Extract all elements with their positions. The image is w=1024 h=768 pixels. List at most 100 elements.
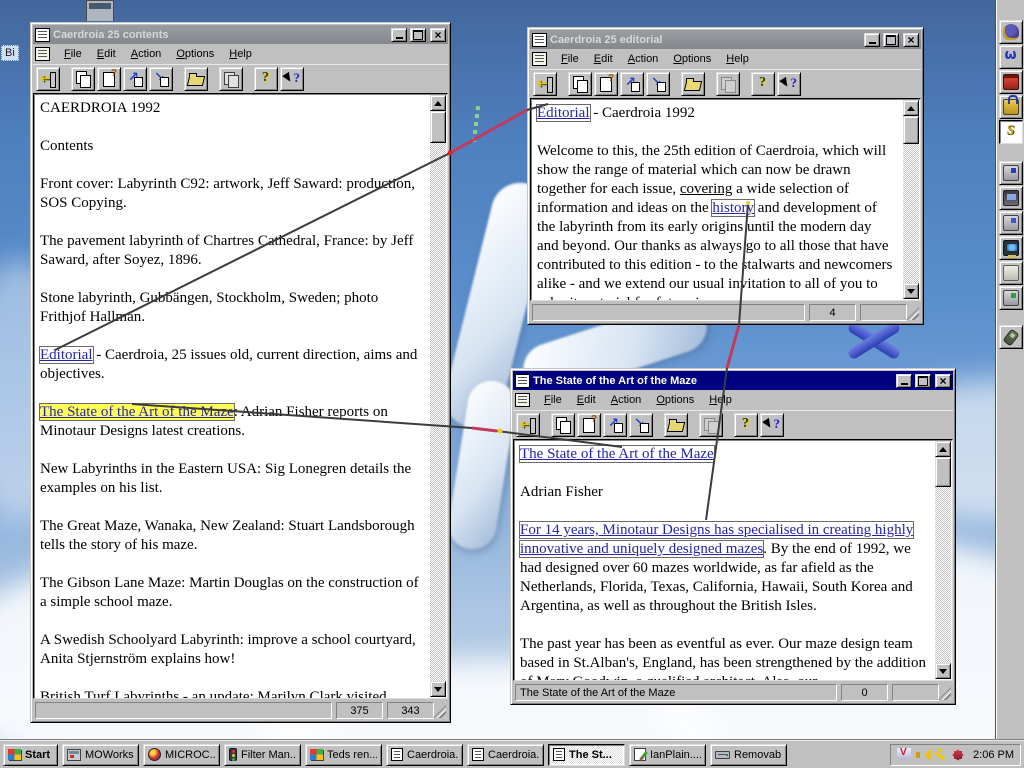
close-button[interactable] — [935, 373, 951, 388]
menu-action[interactable]: Action — [604, 391, 649, 409]
minimized-window-peek[interactable] — [86, 0, 114, 21]
resize-grip[interactable] — [938, 687, 951, 700]
antivirus-shield-icon[interactable] — [897, 747, 912, 762]
exit-button[interactable] — [533, 72, 557, 96]
copy-link-button[interactable] — [71, 67, 95, 91]
menu-edit[interactable]: Edit — [587, 50, 620, 68]
maximize-button[interactable] — [915, 373, 931, 388]
follow-link-button[interactable] — [603, 413, 627, 437]
make-link-button[interactable] — [646, 72, 670, 96]
padlock-button[interactable] — [998, 95, 1023, 119]
menu-edit[interactable]: Edit — [90, 45, 123, 63]
maximize-button[interactable] — [410, 27, 426, 42]
scheduler-person-icon[interactable] — [933, 747, 947, 762]
menu-options[interactable]: Options — [169, 45, 221, 63]
laptop-button[interactable] — [998, 186, 1023, 210]
vertical-scrollbar[interactable] — [935, 441, 951, 679]
scroll-up-icon[interactable] — [430, 95, 446, 111]
taskbar-button-filter-man[interactable]: Filter Man... — [224, 743, 301, 766]
taskbar-button-the-st[interactable]: The St... — [548, 743, 625, 766]
help-button[interactable] — [734, 413, 758, 437]
scroll-down-icon[interactable] — [430, 681, 446, 697]
scrollbar-thumb[interactable] — [903, 116, 919, 144]
help-button[interactable] — [751, 72, 775, 96]
scrollbar-thumb[interactable] — [935, 457, 951, 487]
cable-button[interactable] — [998, 120, 1023, 144]
menu-file[interactable]: File — [537, 391, 569, 409]
link-history[interactable]: history — [711, 199, 756, 217]
scroll-up-icon[interactable] — [903, 100, 919, 116]
copy-pages-button[interactable] — [699, 413, 723, 437]
paste-link-button[interactable] — [97, 67, 121, 91]
close-button[interactable] — [430, 27, 446, 42]
bug-button[interactable] — [998, 20, 1023, 44]
floppy-blue-button[interactable] — [998, 161, 1023, 185]
minimize-button[interactable] — [864, 32, 880, 47]
taskbar-button-caerdroia[interactable]: Caerdroia... — [467, 743, 544, 766]
menu-help[interactable]: Help — [222, 45, 259, 63]
copy-pages-button[interactable] — [219, 67, 243, 91]
paste-link-button[interactable] — [577, 413, 601, 437]
open-folder-button[interactable] — [681, 72, 705, 96]
copy-link-button[interactable] — [568, 72, 592, 96]
link-the-state-of-the-art-of-the-maze[interactable]: The State of the Art of the Maze — [39, 403, 235, 421]
link-the-state-of-the-art-of-the-maze[interactable]: The State of the Art of the Maze — [519, 445, 715, 463]
taskbar-button-ianplain[interactable]: IanPlain.... — [629, 743, 706, 766]
maximize-button[interactable] — [883, 32, 899, 47]
paste-link-button[interactable] — [594, 72, 618, 96]
exit-button[interactable] — [36, 67, 60, 91]
disk-light-button[interactable] — [998, 261, 1023, 285]
context-help-button[interactable] — [777, 72, 801, 96]
link-editorial[interactable]: Editorial — [39, 346, 94, 364]
menu-help[interactable]: Help — [702, 391, 739, 409]
clamp-button[interactable] — [998, 45, 1023, 69]
scrollbar-thumb[interactable] — [430, 111, 446, 143]
context-help-button[interactable] — [760, 413, 784, 437]
volume-icon[interactable] — [915, 748, 932, 762]
toolbox-button[interactable] — [998, 70, 1023, 94]
close-button[interactable] — [903, 32, 919, 47]
taskbar-button-teds-ren[interactable]: Teds ren... — [305, 743, 382, 766]
exit-button[interactable] — [516, 413, 540, 437]
menu-options[interactable]: Options — [666, 50, 718, 68]
start-button[interactable]: Start — [3, 743, 58, 766]
menu-edit[interactable]: Edit — [570, 391, 603, 409]
menu-file[interactable]: File — [57, 45, 89, 63]
taskbar-button-removab[interactable]: Removab... — [710, 743, 787, 766]
titlebar[interactable]: Caerdroia 25 contents — [33, 25, 448, 44]
titlebar[interactable]: Caerdroia 25 editorial — [530, 30, 921, 49]
scroll-down-icon[interactable] — [935, 663, 951, 679]
context-help-button[interactable] — [280, 67, 304, 91]
disk-stack-button[interactable] — [998, 211, 1023, 235]
minimize-button[interactable] — [896, 373, 912, 388]
titlebar[interactable]: The State of the Art of the Maze — [513, 371, 953, 390]
scroll-down-icon[interactable] — [903, 283, 919, 299]
menu-action[interactable]: Action — [124, 45, 169, 63]
open-folder-button[interactable] — [184, 67, 208, 91]
resize-grip[interactable] — [906, 307, 919, 320]
follow-link-button[interactable] — [620, 72, 644, 96]
taskbar-button-moworks[interactable]: MOWorks — [62, 743, 139, 766]
make-link-button[interactable] — [149, 67, 173, 91]
copy-pages-button[interactable] — [716, 72, 740, 96]
open-folder-button[interactable] — [664, 413, 688, 437]
menu-action[interactable]: Action — [621, 50, 666, 68]
follow-link-button[interactable] — [123, 67, 147, 91]
desktop-icon-label-bi[interactable]: Bi — [1, 45, 19, 61]
taskbar-button-caerdroia[interactable]: Caerdroia... — [386, 743, 463, 766]
scroll-up-icon[interactable] — [935, 441, 951, 457]
make-link-button[interactable] — [629, 413, 653, 437]
help-button[interactable] — [254, 67, 278, 91]
monitor-button[interactable] — [998, 236, 1023, 260]
resize-grip[interactable] — [433, 705, 446, 718]
taskbar-button-microc[interactable]: MICROC... — [143, 743, 220, 766]
disk-on-button[interactable] — [998, 286, 1023, 310]
copy-link-button[interactable] — [551, 413, 575, 437]
handheld-button[interactable] — [998, 325, 1023, 349]
virus-scan-icon[interactable] — [951, 748, 965, 762]
link-editorial[interactable]: Editorial — [536, 104, 591, 122]
vertical-scrollbar[interactable] — [430, 95, 446, 697]
menu-file[interactable]: File — [554, 50, 586, 68]
minimize-button[interactable] — [391, 27, 407, 42]
menu-options[interactable]: Options — [649, 391, 701, 409]
